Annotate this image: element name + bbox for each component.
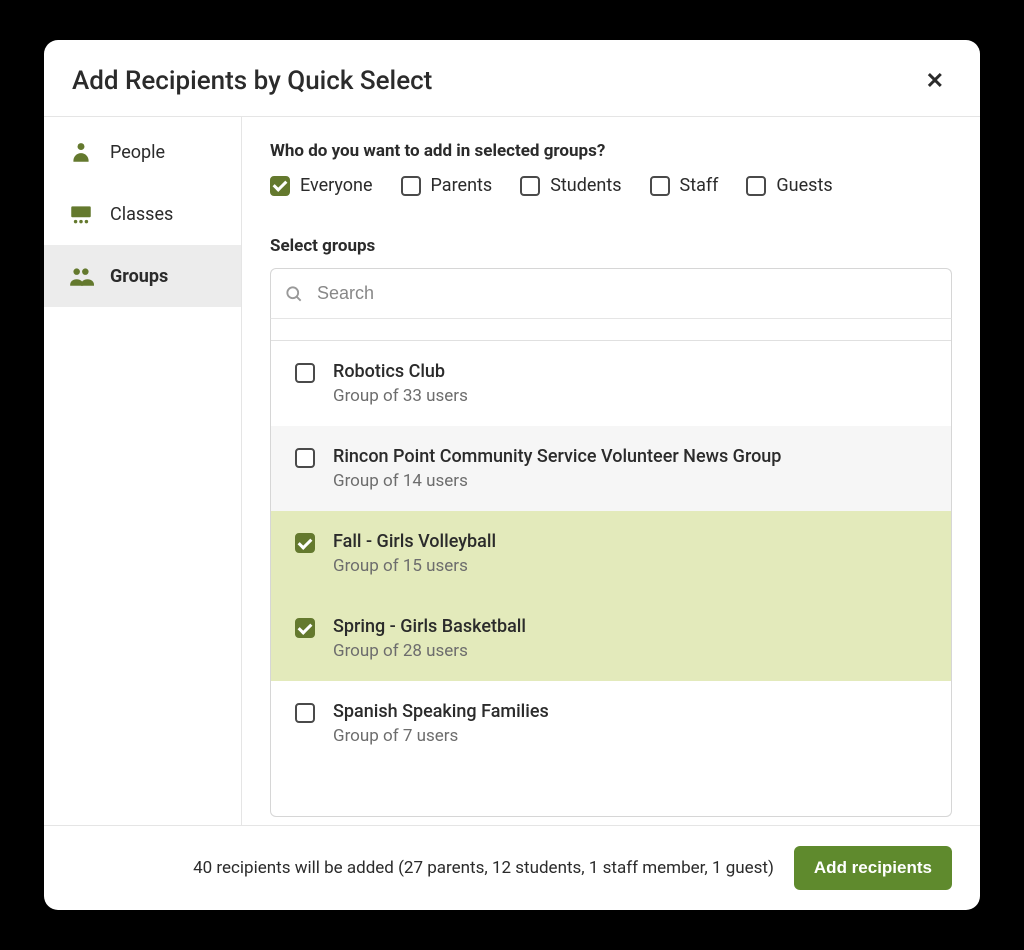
search-wrap: [270, 268, 952, 319]
groups-icon: [68, 263, 94, 289]
modal-title: Add Recipients by Quick Select: [72, 66, 432, 96]
group-name: Rincon Point Community Service Volunteer…: [333, 446, 781, 467]
filter-label: Parents: [431, 175, 493, 196]
filter-parents[interactable]: Parents: [401, 175, 493, 196]
checkbox-icon: [520, 176, 540, 196]
modal-header: Add Recipients by Quick Select ✕: [44, 40, 980, 116]
sidebar-item-groups[interactable]: Groups: [44, 245, 241, 307]
group-sub: Group of 28 users: [333, 641, 526, 661]
quick-select-modal: Add Recipients by Quick Select ✕ People …: [44, 40, 980, 910]
group-sub: Group of 7 users: [333, 726, 549, 746]
checkbox-icon: [401, 176, 421, 196]
modal-body: People Classes Groups Who do you want to…: [44, 116, 980, 825]
classes-icon: [68, 201, 94, 227]
group-text: Fall - Girls Volleyball Group of 15 user…: [333, 531, 496, 576]
group-sub: Group of 15 users: [333, 556, 496, 576]
filter-label: Everyone: [300, 175, 373, 196]
close-button[interactable]: ✕: [918, 64, 952, 98]
checkbox-icon: [746, 176, 766, 196]
group-list[interactable]: Robotics Club Group of 33 users Rincon P…: [270, 319, 952, 817]
sidebar-item-label: Classes: [110, 204, 173, 225]
add-recipients-button[interactable]: Add recipients: [794, 846, 952, 890]
search-input[interactable]: [270, 268, 952, 319]
filter-everyone[interactable]: Everyone: [270, 175, 373, 196]
group-row-spring-basketball[interactable]: Spring - Girls Basketball Group of 28 us…: [271, 596, 951, 681]
group-text: Spanish Speaking Families Group of 7 use…: [333, 701, 549, 746]
modal-footer: 40 recipients will be added (27 parents,…: [44, 825, 980, 910]
group-name: Robotics Club: [333, 361, 468, 382]
checkbox-icon: [650, 176, 670, 196]
recipients-summary: 40 recipients will be added (27 parents,…: [193, 858, 774, 878]
checkbox-icon: [295, 703, 315, 723]
filter-label: Students: [550, 175, 621, 196]
filter-staff[interactable]: Staff: [650, 175, 719, 196]
filter-label: Guests: [776, 175, 832, 196]
group-text: Spring - Girls Basketball Group of 28 us…: [333, 616, 526, 661]
main-panel: Who do you want to add in selected group…: [242, 117, 980, 825]
filter-prompt: Who do you want to add in selected group…: [270, 141, 952, 161]
sidebar-item-label: People: [110, 142, 165, 163]
group-text: Rincon Point Community Service Volunteer…: [333, 446, 781, 491]
checkbox-icon: [295, 448, 315, 468]
sidebar-item-people[interactable]: People: [44, 121, 241, 183]
group-text: Robotics Club Group of 33 users: [333, 361, 468, 406]
checkbox-icon: [295, 618, 315, 638]
group-name: Spring - Girls Basketball: [333, 616, 526, 637]
group-row-fall-volleyball[interactable]: Fall - Girls Volleyball Group of 15 user…: [271, 511, 951, 596]
partial-row: [271, 319, 951, 341]
search-icon: [284, 284, 304, 304]
filter-students[interactable]: Students: [520, 175, 621, 196]
groups-section-label: Select groups: [270, 236, 952, 256]
sidebar-item-label: Groups: [110, 266, 168, 287]
person-icon: [68, 139, 94, 165]
group-sub: Group of 33 users: [333, 386, 468, 406]
close-icon: ✕: [926, 68, 944, 93]
filter-row: Everyone Parents Students Staff Guests: [270, 175, 952, 196]
sidebar: People Classes Groups: [44, 117, 242, 825]
group-sub: Group of 14 users: [333, 471, 781, 491]
filter-guests[interactable]: Guests: [746, 175, 832, 196]
checkbox-icon: [295, 533, 315, 553]
checkbox-icon: [270, 176, 290, 196]
group-row-rincon-point[interactable]: Rincon Point Community Service Volunteer…: [271, 426, 951, 511]
group-row-robotics-club[interactable]: Robotics Club Group of 33 users: [271, 341, 951, 426]
group-name: Spanish Speaking Families: [333, 701, 549, 722]
checkbox-icon: [295, 363, 315, 383]
group-row-spanish-families[interactable]: Spanish Speaking Families Group of 7 use…: [271, 681, 951, 766]
filter-label: Staff: [680, 175, 719, 196]
sidebar-item-classes[interactable]: Classes: [44, 183, 241, 245]
group-name: Fall - Girls Volleyball: [333, 531, 496, 552]
